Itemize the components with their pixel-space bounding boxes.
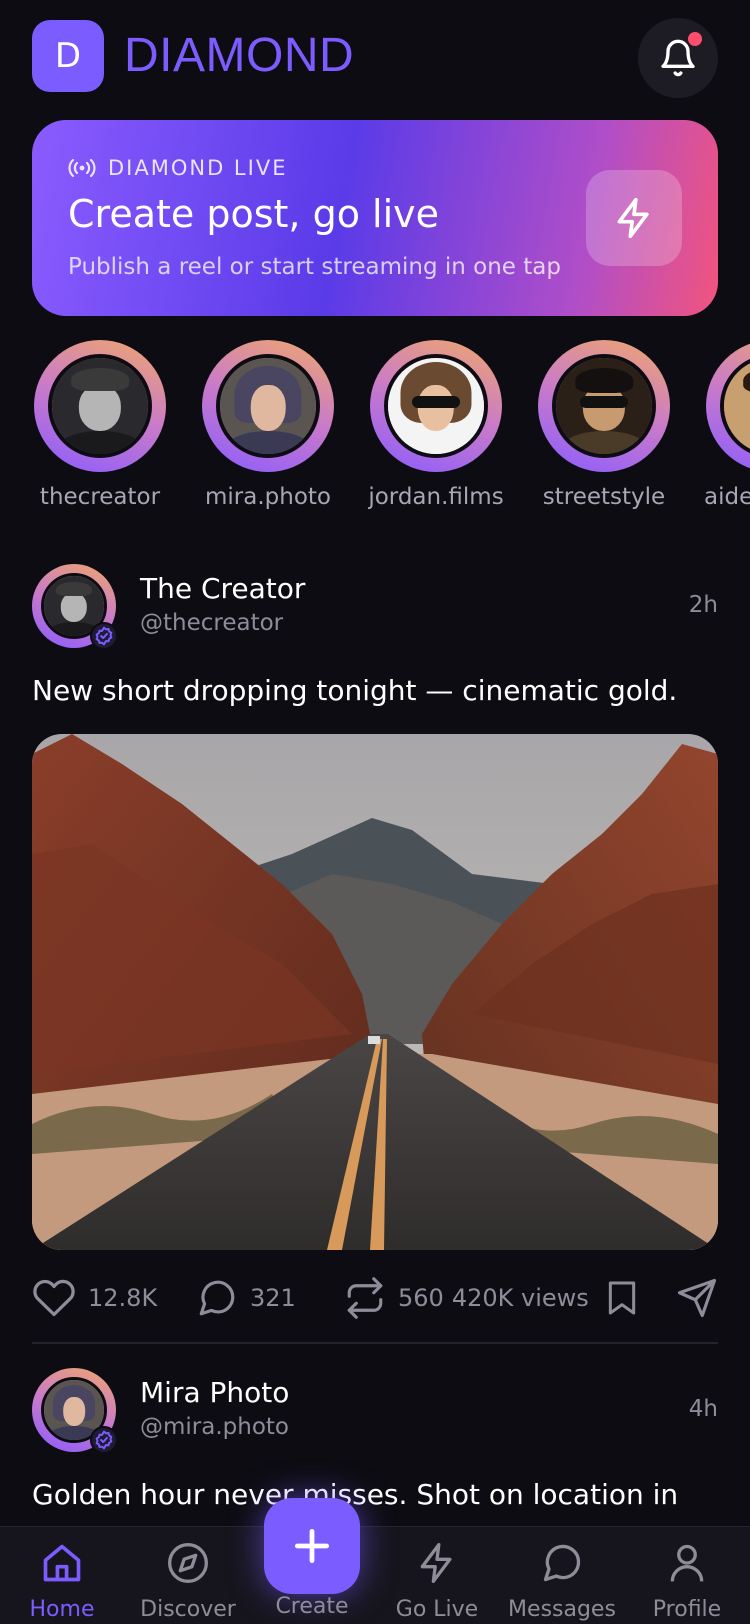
compass-icon (168, 1543, 208, 1583)
story-ring (202, 340, 334, 472)
avatar (552, 354, 656, 458)
create-button[interactable] (264, 1498, 360, 1594)
story-mira-photo[interactable]: mira.photo (184, 340, 352, 510)
nav-messages[interactable]: Messages (502, 1541, 622, 1622)
avatar (384, 354, 488, 458)
nav-profile[interactable]: Profile (627, 1541, 747, 1622)
heart-icon (33, 1279, 75, 1317)
nav-discover-label: Discover (140, 1597, 236, 1622)
repost-count: 560 (398, 1284, 444, 1312)
user-icon (670, 1544, 704, 1582)
post-timestamp: 4h (688, 1396, 718, 1422)
nav-create-label: Create (275, 1594, 349, 1619)
post-actions: 12.8K 321 560 420K views (32, 1270, 718, 1326)
bookmark-button[interactable] (602, 1270, 642, 1326)
nav-discover[interactable]: Discover (128, 1541, 248, 1622)
like-button[interactable]: 12.8K (32, 1270, 157, 1326)
verified-icon (90, 622, 118, 650)
stories-row: thecreator mira.photo jordan.films stree… (0, 340, 750, 520)
comment-count: 321 (250, 1284, 296, 1312)
brand-title: DIAMOND (124, 29, 355, 82)
post-author-handle[interactable]: @thecreator (140, 610, 283, 636)
post-timestamp: 2h (688, 592, 718, 618)
post-header: Mira Photo @mira.photo 4h (32, 1368, 718, 1454)
lightning-icon (420, 1543, 452, 1583)
story-name: thecreator (39, 484, 161, 510)
view-count: 420K views (451, 1284, 589, 1312)
like-count: 12.8K (88, 1284, 158, 1312)
go-live-quick-button[interactable] (586, 170, 682, 266)
post-text: Golden hour never misses. Shot on locati… (32, 1478, 679, 1511)
repost-button[interactable]: 560 420K views (344, 1270, 589, 1326)
send-icon (677, 1278, 717, 1318)
story-thecreator[interactable]: thecreator (16, 340, 184, 510)
post-text: New short dropping tonight — cinematic g… (32, 674, 678, 707)
desert-road-photo (32, 734, 718, 1250)
avatar (48, 354, 152, 458)
nav-messages-label: Messages (508, 1597, 616, 1622)
banner-tag: DIAMOND LIVE (68, 156, 287, 180)
plus-icon (294, 1528, 330, 1564)
banner-title: Create post, go live (68, 192, 440, 236)
nav-home-label: Home (29, 1597, 95, 1622)
logo-badge[interactable]: D (32, 20, 104, 92)
post-author-handle[interactable]: @mira.photo (140, 1414, 289, 1440)
post-header: The Creator @thecreator 2h (32, 564, 718, 650)
lightning-icon (617, 197, 649, 239)
notification-dot (688, 32, 702, 46)
notifications-button[interactable] (638, 18, 718, 98)
avatar (720, 354, 750, 458)
post-author-name[interactable]: Mira Photo (140, 1376, 289, 1409)
app-header: D DIAMOND (32, 18, 718, 98)
comment-icon (543, 1544, 581, 1582)
nav-profile-label: Profile (652, 1597, 722, 1622)
post-image[interactable] (32, 734, 718, 1250)
broadcast-icon (68, 158, 96, 178)
home-icon (43, 1544, 81, 1582)
banner-tag-label: DIAMOND LIVE (108, 156, 288, 180)
verified-icon (90, 1426, 118, 1454)
story-ring (538, 340, 670, 472)
bookmark-icon (608, 1281, 636, 1315)
repost-icon (347, 1277, 383, 1319)
story-ring (370, 340, 502, 472)
story-name: jordan.films (368, 484, 504, 510)
story-streetstyle[interactable]: streetstyle (520, 340, 688, 510)
avatar (216, 354, 320, 458)
banner-subtitle: Publish a reel or start streaming in one… (68, 254, 561, 280)
story-ring (34, 340, 166, 472)
nav-go-live-label: Go Live (395, 1597, 479, 1622)
story-ring (706, 340, 750, 472)
nav-home[interactable]: Home (2, 1541, 122, 1622)
post-divider (32, 1342, 718, 1344)
bottom-nav: Home Discover Go Live Messages Profile (0, 1526, 750, 1624)
logo-letter: D (54, 36, 82, 76)
story-name: mira.photo (205, 484, 331, 510)
comment-button[interactable]: 321 (196, 1270, 296, 1326)
story-aide[interactable]: aide (688, 340, 750, 510)
story-name: aide (704, 484, 750, 510)
story-jordan-films[interactable]: jordan.films (352, 340, 520, 510)
comment-icon (199, 1280, 235, 1316)
share-button[interactable] (676, 1270, 718, 1326)
story-name: streetstyle (542, 484, 666, 510)
post-author-name[interactable]: The Creator (140, 572, 305, 605)
nav-go-live[interactable]: Go Live (377, 1541, 497, 1622)
live-banner[interactable]: DIAMOND LIVE Create post, go live Publis… (32, 120, 718, 316)
